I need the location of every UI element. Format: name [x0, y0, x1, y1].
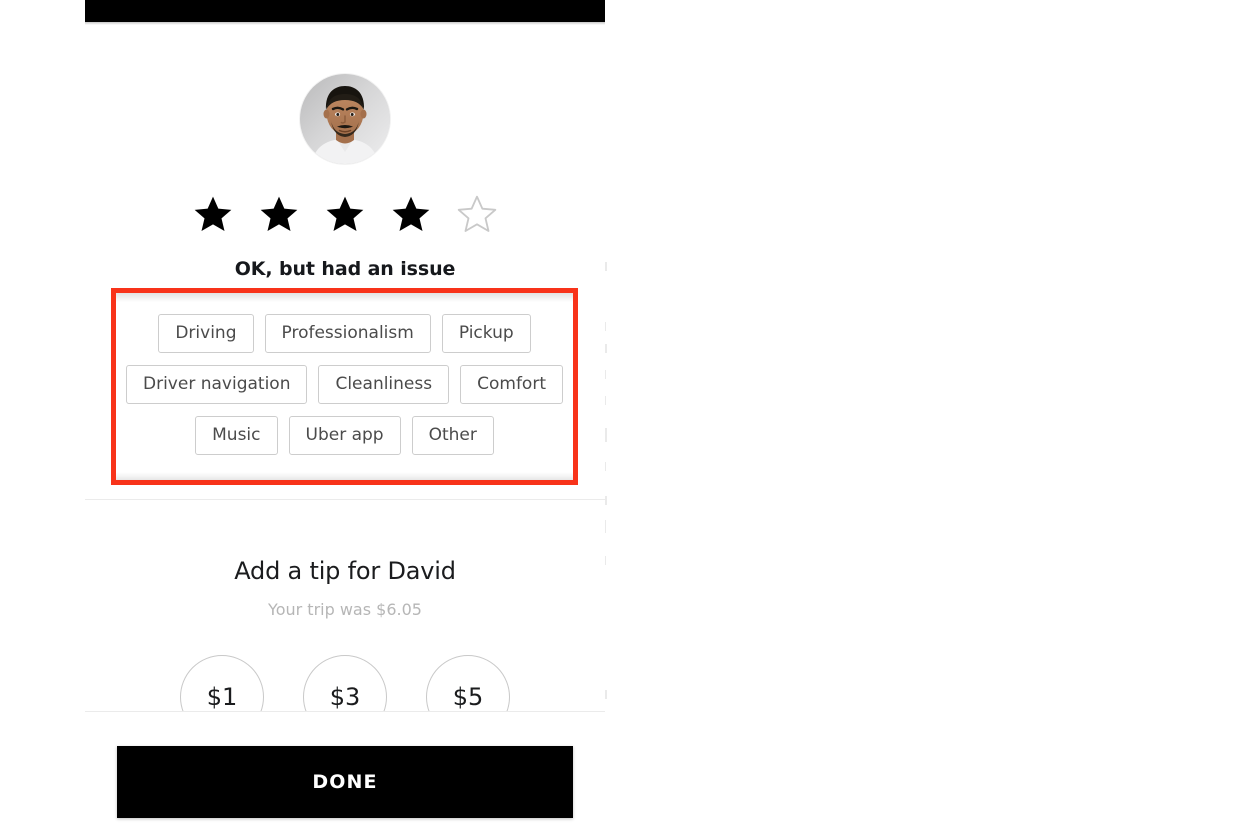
adjacent-panel-text-fragment	[605, 396, 606, 405]
star-rating[interactable]	[85, 194, 605, 234]
adjacent-panel-text-fragment	[605, 322, 606, 331]
adjacent-panel-text-fragment	[605, 428, 607, 442]
issue-tags-container: Driving Professionalism Pickup Driver na…	[116, 293, 573, 480]
adjacent-panel-text-fragment	[605, 496, 607, 505]
issue-tag-row-2: Driver navigation Cleanliness Comfort	[116, 365, 573, 404]
tip-section-title: Add a tip for David	[234, 557, 456, 585]
issue-tags-highlight-box: Driving Professionalism Pickup Driver na…	[111, 288, 578, 485]
rating-label: OK, but had an issue	[234, 258, 456, 280]
tip-section-subtitle: Your trip was $6.05	[268, 600, 422, 619]
status-bar	[85, 0, 605, 22]
issue-tag-row-1: Driving Professionalism Pickup	[116, 314, 573, 353]
issue-tag-professionalism[interactable]: Professionalism	[264, 314, 431, 353]
issue-tag-driving[interactable]: Driving	[158, 314, 254, 353]
issue-tag-pickup[interactable]: Pickup	[441, 314, 531, 353]
done-button[interactable]: DONE	[117, 746, 573, 818]
star-icon-4[interactable]	[390, 194, 432, 234]
uber-rating-screen: OK, but had an issue Driving Professiona…	[85, 0, 605, 832]
tags-top-shade	[116, 293, 573, 302]
tags-bottom-shade	[116, 472, 573, 480]
issue-tag-uber-app[interactable]: Uber app	[288, 416, 401, 455]
star-icon-1[interactable]	[192, 194, 234, 234]
adjacent-panel-cutoff	[605, 0, 1255, 832]
issue-tag-other[interactable]: Other	[411, 416, 494, 455]
star-icon-2[interactable]	[258, 194, 300, 234]
star-icon-3[interactable]	[324, 194, 366, 234]
issue-tag-row-3: Music Uber app Other	[116, 416, 573, 455]
star-icon-5-empty[interactable]	[456, 194, 498, 234]
status-bar-shadow	[85, 22, 605, 25]
issue-tag-cleanliness[interactable]: Cleanliness	[318, 365, 450, 404]
driver-avatar-photo	[300, 74, 390, 164]
adjacent-panel-text-fragment	[605, 344, 607, 353]
issue-tag-comfort[interactable]: Comfort	[460, 365, 563, 404]
adjacent-panel-text-fragment	[605, 462, 606, 471]
adjacent-panel-text-fragment	[605, 262, 607, 271]
avatar	[300, 74, 390, 164]
adjacent-panel-text-fragment	[605, 556, 606, 565]
adjacent-panel-text-fragment	[605, 690, 607, 699]
issue-tag-music[interactable]: Music	[195, 416, 278, 455]
issue-tag-driver-navigation[interactable]: Driver navigation	[126, 365, 308, 404]
adjacent-panel-text-fragment	[605, 520, 606, 533]
section-divider-top	[85, 499, 605, 500]
adjacent-panel-text-fragment	[605, 370, 606, 379]
footer-bar: DONE	[85, 712, 605, 832]
